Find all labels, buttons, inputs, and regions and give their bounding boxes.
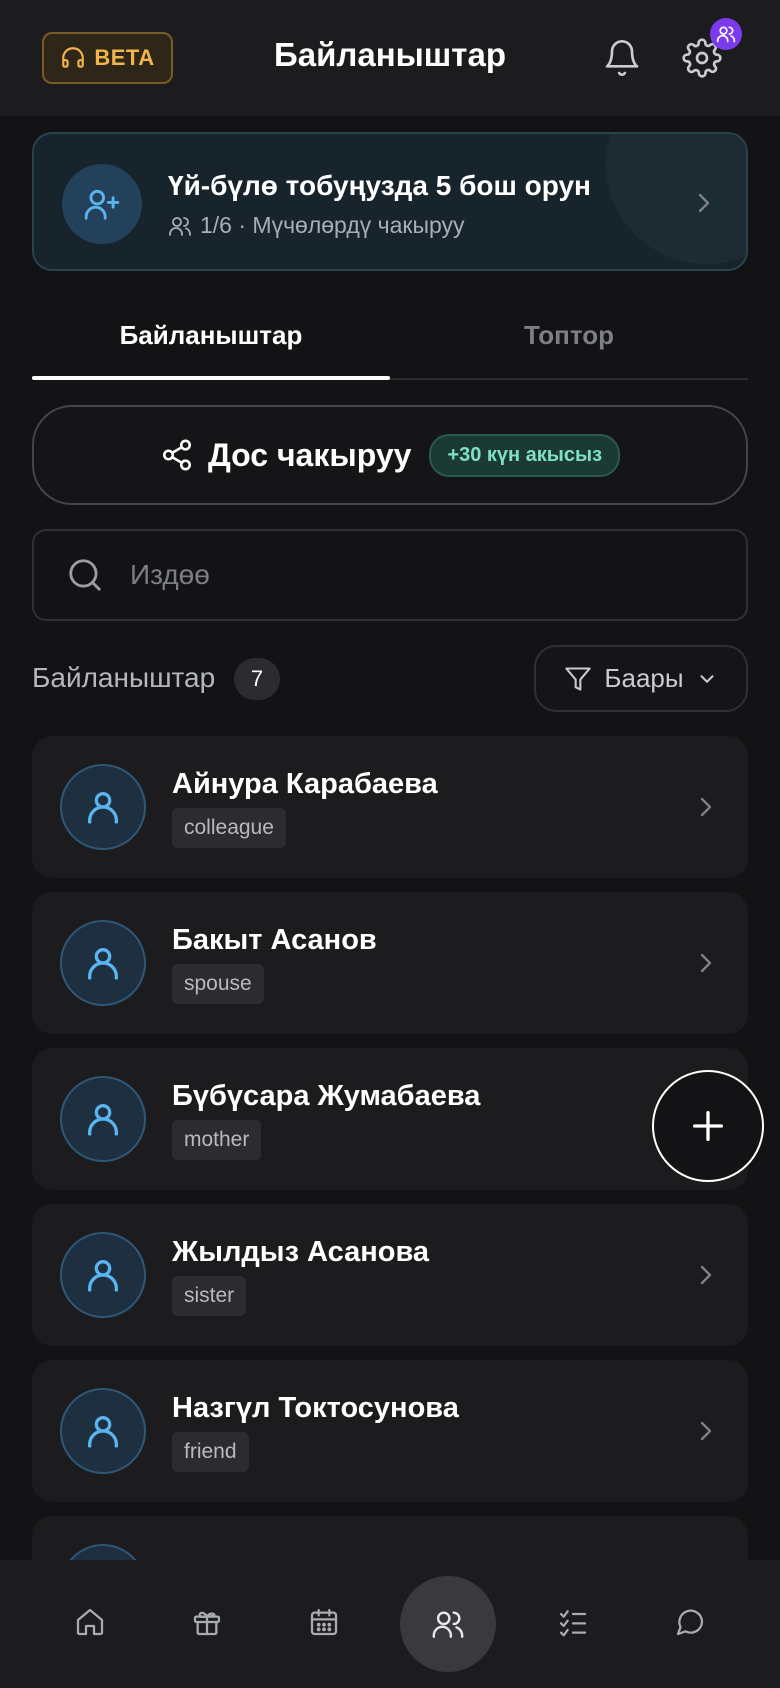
invite-label: Дос чакыруу [207,436,412,473]
tab-bar: Байланыштар Топтор [32,300,748,380]
chevron-right-icon [694,190,714,216]
contact-relation-tag: colleague [172,808,286,848]
contact-name: Назгүл Токтосунова [172,1392,459,1424]
search-box [32,529,748,621]
contact-name: Жылдыз Асанова [172,1236,430,1268]
active-tab-indicator [32,376,390,380]
contacts-section-label: Байланыштар [32,662,216,693]
bottom-nav [0,1560,780,1688]
contact-row[interactable]: Бакыт Асанов spouse [32,892,748,1034]
home-icon[interactable] [60,1592,120,1652]
invite-bonus-badge: +30 күн акысыз [429,433,621,477]
chevron-right-icon [696,1262,716,1288]
add-contact-button[interactable] [652,1070,764,1182]
filter-icon [564,665,592,693]
gift-icon[interactable] [177,1592,237,1652]
family-banner-title: Үй-бүлө тобуңузда 5 бош орун [168,170,591,201]
calendar-icon[interactable] [294,1592,354,1652]
chevron-right-icon [696,1418,716,1444]
contact-name: Бүбүсара Жумабаева [172,1080,481,1112]
filter-label: Баары [604,663,684,693]
chat-icon[interactable] [660,1592,720,1652]
user-icon [60,764,146,850]
contact-relation-tag: mother [172,1120,262,1160]
tab-contacts[interactable]: Байланыштар [32,320,390,351]
contact-name: Айнура Карабаева [172,768,438,800]
invite-friend-button[interactable]: Дос чакыруу +30 күн акысыз [32,405,748,505]
filter-dropdown[interactable]: Баары [534,645,748,712]
contact-row[interactable]: Айнура Карабаева colleague [32,736,748,878]
contact-row[interactable]: Жылдыз Асанова sister [32,1204,748,1346]
plus-icon [688,1106,728,1146]
chevron-right-icon [696,794,716,820]
search-icon [66,556,104,594]
chevron-down-icon [696,668,718,690]
users-icon [716,24,736,44]
chevron-right-icon [696,950,716,976]
page-title: Байланыштар [274,36,506,73]
users-icon [168,214,192,238]
checklist-icon[interactable] [543,1592,603,1652]
top-header: BETA Байланыштар [0,0,780,116]
user-plus-icon [62,164,142,244]
search-input[interactable] [130,559,690,591]
family-badge[interactable] [710,18,742,50]
contact-row[interactable]: Бүбүсара Жумабаева mother [32,1048,748,1190]
user-icon [60,1232,146,1318]
user-icon [60,1388,146,1474]
contact-row[interactable]: Назгүл Токтосунова friend [32,1360,748,1502]
family-banner-subtitle-text: 1/6 · Мүчөлөрдү чакыруу [200,212,465,238]
contacts-count-badge: 7 [234,658,280,700]
contact-relation-tag: spouse [172,964,264,1004]
family-banner-subtitle: 1/6 · Мүчөлөрдү чакыруу [168,212,465,239]
contacts-icon[interactable] [400,1576,496,1672]
share-icon [160,438,194,472]
user-icon [60,920,146,1006]
tab-groups[interactable]: Топтор [390,320,748,351]
contact-relation-tag: friend [172,1432,249,1472]
family-group-banner[interactable]: Үй-бүлө тобуңузда 5 бош орун 1/6 · Мүчөл… [32,132,748,271]
banner-decoration [606,134,746,264]
contact-relation-tag: sister [172,1276,247,1316]
contact-name: Бакыт Асанов [172,924,377,956]
bell-icon[interactable] [602,38,642,78]
user-icon [60,1076,146,1162]
